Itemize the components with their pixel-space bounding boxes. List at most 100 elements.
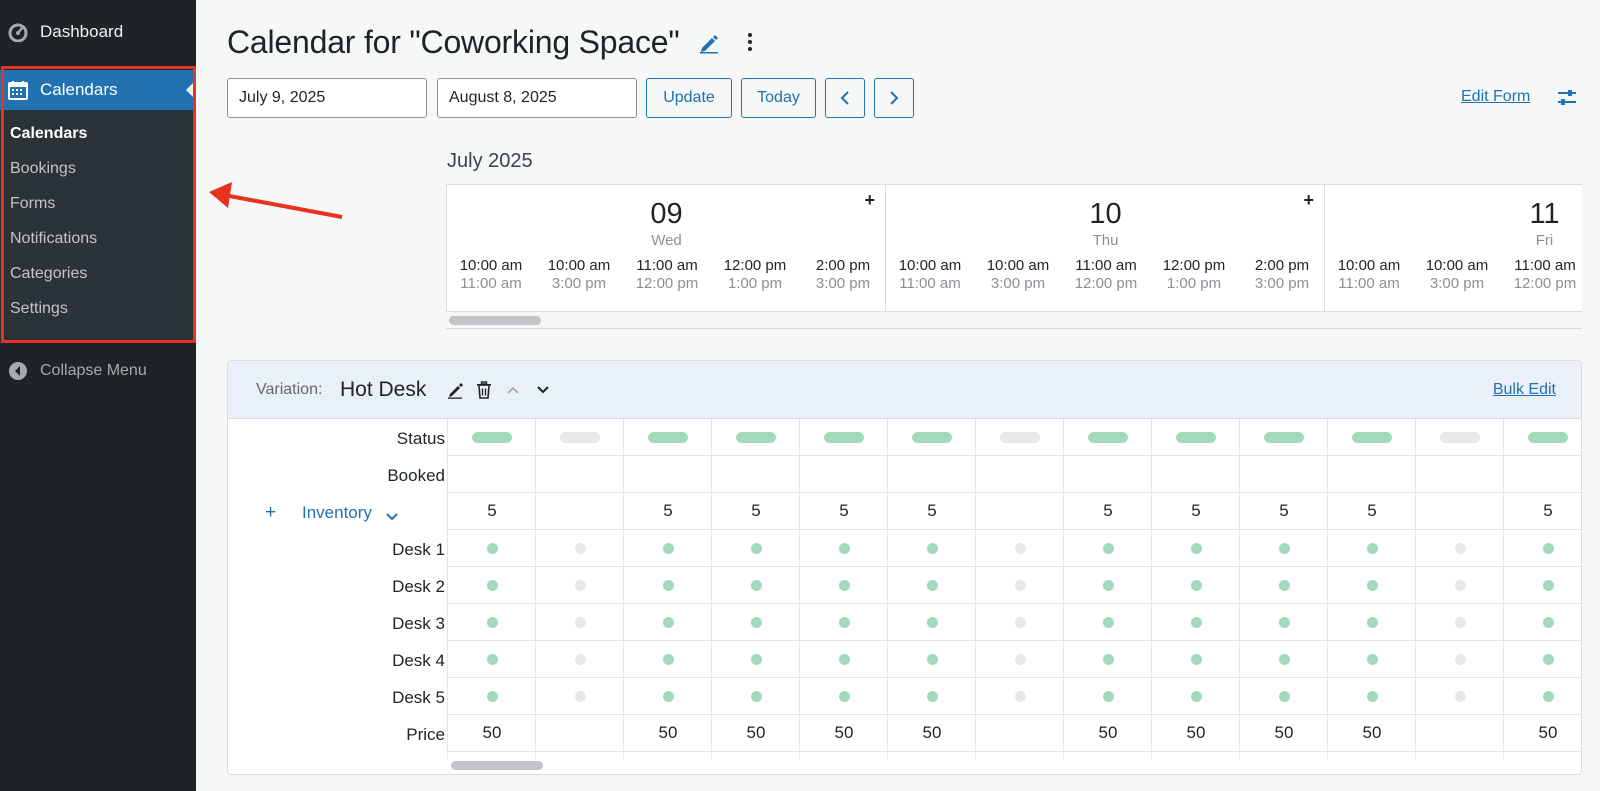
price-cell[interactable]: 50 bbox=[1328, 715, 1416, 752]
booked-cell[interactable] bbox=[712, 456, 800, 493]
desk-cell[interactable] bbox=[712, 641, 800, 678]
desk-cell[interactable] bbox=[976, 678, 1064, 715]
desk-cell[interactable] bbox=[800, 604, 888, 641]
price-cell[interactable] bbox=[536, 715, 624, 752]
horizontal-scrollbar-thumb[interactable] bbox=[449, 316, 541, 325]
desk-cell[interactable] bbox=[888, 678, 976, 715]
desk-cell[interactable] bbox=[1328, 678, 1416, 715]
status-cell[interactable] bbox=[1328, 419, 1416, 456]
next-button[interactable] bbox=[874, 78, 914, 118]
update-button[interactable]: Update bbox=[646, 78, 732, 118]
desk-cell[interactable] bbox=[1328, 567, 1416, 604]
booked-cell[interactable] bbox=[624, 456, 712, 493]
sidebar-item-dashboard[interactable]: Dashboard bbox=[0, 16, 196, 48]
desk-cell[interactable] bbox=[1504, 530, 1581, 567]
inventory-cell[interactable] bbox=[1416, 493, 1504, 530]
desk-cell[interactable] bbox=[712, 604, 800, 641]
time-slot[interactable]: 12:00 pm 1:00 pm bbox=[1150, 257, 1238, 293]
desk-cell[interactable] bbox=[712, 567, 800, 604]
desk-cell[interactable] bbox=[624, 530, 712, 567]
bulk-edit-link[interactable]: Bulk Edit bbox=[1493, 381, 1556, 399]
price-cell[interactable]: 50 bbox=[712, 715, 800, 752]
status-cell[interactable] bbox=[624, 419, 712, 456]
desk-cell[interactable] bbox=[1064, 641, 1152, 678]
price-cell[interactable] bbox=[976, 715, 1064, 752]
desk-cell[interactable] bbox=[712, 678, 800, 715]
price-cell[interactable]: 50 bbox=[1240, 715, 1328, 752]
desk-cell[interactable] bbox=[976, 604, 1064, 641]
price-cell[interactable]: 50 bbox=[624, 715, 712, 752]
status-cell[interactable] bbox=[712, 419, 800, 456]
desk-cell[interactable] bbox=[976, 641, 1064, 678]
booked-cell[interactable] bbox=[448, 456, 536, 493]
inventory-cell[interactable]: 5 bbox=[1504, 493, 1581, 530]
desk-cell[interactable] bbox=[536, 604, 624, 641]
desk-cell[interactable] bbox=[1152, 678, 1240, 715]
booked-cell[interactable] bbox=[1152, 456, 1240, 493]
previous-button[interactable] bbox=[825, 78, 865, 118]
desk-cell[interactable] bbox=[536, 678, 624, 715]
status-cell[interactable] bbox=[448, 419, 536, 456]
desk-cell[interactable] bbox=[448, 678, 536, 715]
price-cell[interactable]: 50 bbox=[800, 715, 888, 752]
time-slot[interactable]: 10:00 am 3:00 pm bbox=[974, 257, 1062, 293]
desk-cell[interactable] bbox=[1328, 530, 1416, 567]
booked-cell[interactable] bbox=[976, 456, 1064, 493]
desk-cell[interactable] bbox=[1152, 641, 1240, 678]
edit-form-link[interactable]: Edit Form bbox=[1461, 88, 1530, 106]
desk-cell[interactable] bbox=[1240, 567, 1328, 604]
desk-cell[interactable] bbox=[1416, 604, 1504, 641]
desk-cell[interactable] bbox=[888, 641, 976, 678]
inventory-cell[interactable]: 5 bbox=[888, 493, 976, 530]
chevron-up-icon[interactable] bbox=[506, 383, 520, 401]
inventory-cell[interactable]: 5 bbox=[1152, 493, 1240, 530]
collapse-menu-button[interactable]: Collapse Menu bbox=[0, 355, 196, 387]
more-options-icon[interactable] bbox=[742, 30, 758, 56]
desk-cell[interactable] bbox=[800, 567, 888, 604]
status-cell[interactable] bbox=[800, 419, 888, 456]
price-cell[interactable]: 50 bbox=[1504, 715, 1581, 752]
time-slot[interactable]: 10:00 am 11:00 am bbox=[447, 257, 535, 293]
price-cell[interactable]: 50 bbox=[1064, 715, 1152, 752]
desk-cell[interactable] bbox=[624, 678, 712, 715]
desk-cell[interactable] bbox=[448, 567, 536, 604]
desk-cell[interactable] bbox=[1152, 604, 1240, 641]
desk-cell[interactable] bbox=[1328, 604, 1416, 641]
desk-cell[interactable] bbox=[1504, 641, 1581, 678]
booked-cell[interactable] bbox=[800, 456, 888, 493]
desk-cell[interactable] bbox=[1240, 530, 1328, 567]
submenu-item-bookings[interactable]: Bookings bbox=[10, 160, 76, 178]
desk-cell[interactable] bbox=[1416, 641, 1504, 678]
today-button[interactable]: Today bbox=[741, 78, 816, 118]
time-slot[interactable]: 10:00 am 3:00 pm bbox=[1413, 257, 1501, 293]
status-cell[interactable] bbox=[1240, 419, 1328, 456]
inventory-cell[interactable]: 5 bbox=[448, 493, 536, 530]
desk-cell[interactable] bbox=[536, 530, 624, 567]
status-cell[interactable] bbox=[976, 419, 1064, 456]
desk-cell[interactable] bbox=[800, 678, 888, 715]
desk-cell[interactable] bbox=[536, 567, 624, 604]
booked-cell[interactable] bbox=[1064, 456, 1152, 493]
inventory-chevron-down-icon[interactable] bbox=[385, 509, 399, 527]
desk-cell[interactable] bbox=[1064, 567, 1152, 604]
submenu-item-calendars[interactable]: Calendars bbox=[10, 125, 87, 143]
inventory-cell[interactable]: 5 bbox=[1240, 493, 1328, 530]
submenu-item-settings[interactable]: Settings bbox=[10, 300, 68, 318]
booked-cell[interactable] bbox=[1504, 456, 1581, 493]
inventory-toggle[interactable]: Inventory bbox=[302, 503, 372, 523]
desk-cell[interactable] bbox=[1504, 604, 1581, 641]
desk-cell[interactable] bbox=[1504, 567, 1581, 604]
desk-cell[interactable] bbox=[624, 604, 712, 641]
inventory-cell[interactable]: 5 bbox=[1064, 493, 1152, 530]
desk-cell[interactable] bbox=[1240, 641, 1328, 678]
desk-cell[interactable] bbox=[448, 530, 536, 567]
desk-cell[interactable] bbox=[976, 567, 1064, 604]
status-cell[interactable] bbox=[1064, 419, 1152, 456]
time-slot[interactable]: 2:00 pm 3:00 pm bbox=[1238, 257, 1326, 293]
end-date-input[interactable] bbox=[437, 78, 637, 118]
start-date-input[interactable] bbox=[227, 78, 427, 118]
desk-cell[interactable] bbox=[624, 641, 712, 678]
desk-cell[interactable] bbox=[1064, 604, 1152, 641]
desk-cell[interactable] bbox=[888, 530, 976, 567]
desk-cell[interactable] bbox=[1416, 530, 1504, 567]
